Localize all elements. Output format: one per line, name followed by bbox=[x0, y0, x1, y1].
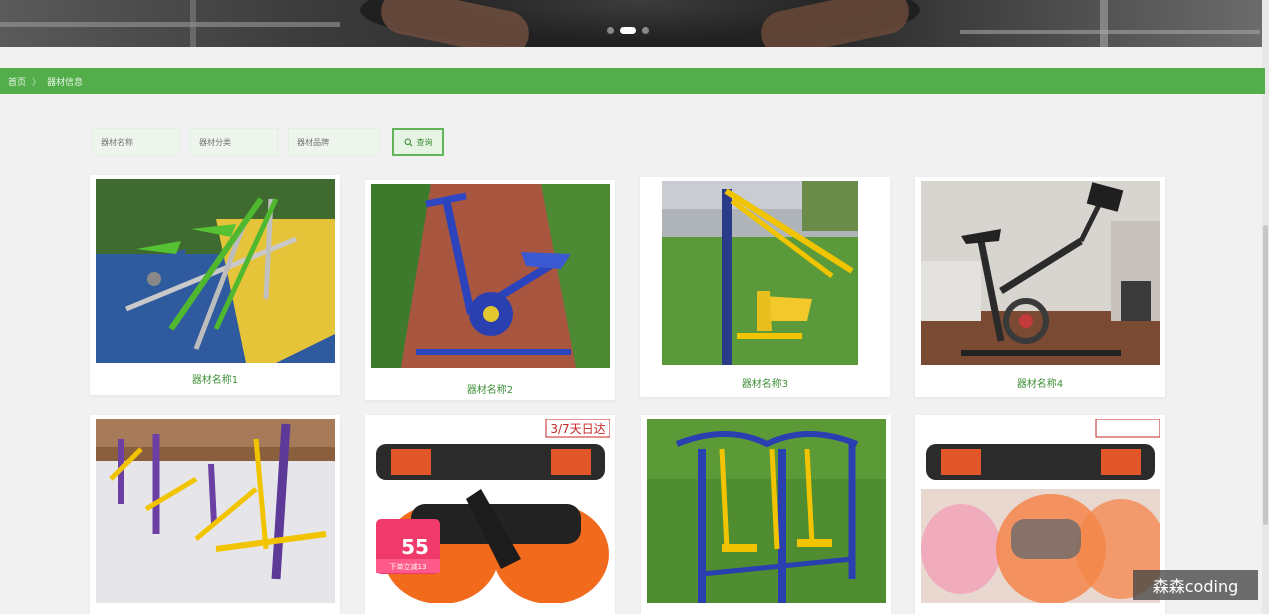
product-image[interactable] bbox=[647, 419, 886, 603]
product-name[interactable]: 器材名称2 bbox=[365, 381, 615, 396]
product-image[interactable] bbox=[371, 184, 610, 368]
carousel-dot-3[interactable] bbox=[642, 27, 649, 34]
search-button[interactable]: 查询 bbox=[392, 128, 444, 156]
banner-gym-post-right bbox=[1100, 0, 1108, 47]
watermark: 森森coding bbox=[1133, 570, 1258, 600]
product-image[interactable] bbox=[921, 419, 1160, 603]
equipment-category-input[interactable] bbox=[190, 128, 278, 156]
product-card[interactable]: 器材名称2 bbox=[365, 180, 615, 400]
promo-corner-text: 3/7天日达 bbox=[550, 422, 605, 436]
product-card[interactable] bbox=[90, 415, 340, 614]
product-image[interactable] bbox=[96, 419, 335, 603]
promo-sub-text: 下单立减13 bbox=[390, 562, 427, 571]
product-card[interactable]: 器材名称1 bbox=[90, 175, 340, 395]
product-card[interactable]: 器材名称3 bbox=[640, 177, 890, 397]
equipment-name-input[interactable] bbox=[92, 128, 180, 156]
product-card[interactable] bbox=[641, 415, 891, 614]
hero-banner[interactable] bbox=[0, 0, 1262, 47]
scrollbar-thumb[interactable] bbox=[1263, 225, 1268, 525]
banner-gym-post bbox=[190, 0, 196, 47]
product-card[interactable]: 器材名称4 bbox=[915, 177, 1165, 397]
search-bar: 查询 bbox=[92, 128, 444, 156]
banner-gym-bar bbox=[0, 22, 340, 27]
product-image[interactable]: 3/7天日达 55 下单立减13 bbox=[371, 419, 610, 603]
product-image[interactable] bbox=[662, 181, 858, 365]
banner-gym-bar-right bbox=[960, 30, 1260, 34]
carousel-indicators bbox=[607, 27, 649, 34]
product-name[interactable]: 器材名称1 bbox=[90, 371, 340, 386]
product-card[interactable] bbox=[915, 415, 1165, 614]
carousel-dot-1[interactable] bbox=[607, 27, 614, 34]
breadcrumb-current: 器材信息 bbox=[47, 77, 84, 88]
breadcrumb-separator: 〉 bbox=[32, 77, 42, 88]
product-name[interactable]: 器材名称4 bbox=[915, 375, 1165, 390]
search-icon bbox=[404, 138, 412, 146]
search-button-label: 查询 bbox=[416, 137, 433, 147]
breadcrumb: 首页 〉 器材信息 bbox=[0, 68, 1265, 94]
product-name[interactable]: 器材名称3 bbox=[640, 375, 890, 390]
product-image[interactable] bbox=[921, 181, 1160, 365]
product-image[interactable] bbox=[96, 179, 335, 363]
carousel-dot-2[interactable] bbox=[620, 27, 636, 34]
promo-badge-text: 55 bbox=[401, 535, 429, 559]
equipment-brand-input[interactable] bbox=[288, 128, 380, 156]
product-card[interactable]: 3/7天日达 55 下单立减13 bbox=[365, 415, 615, 614]
breadcrumb-home[interactable]: 首页 bbox=[8, 75, 26, 88]
